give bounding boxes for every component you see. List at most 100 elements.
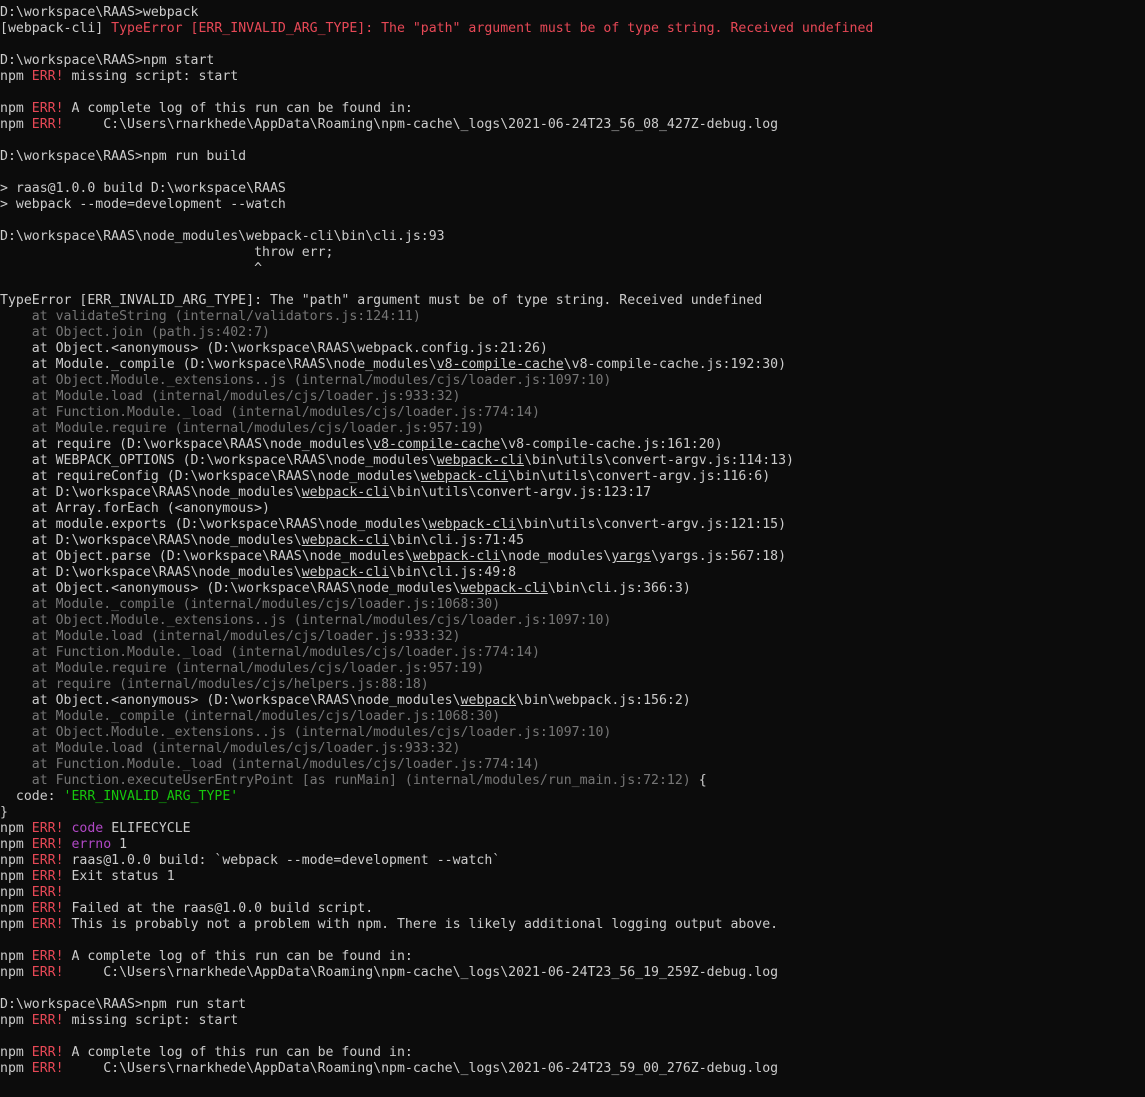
terminal-line: npm ERR! C:\Users\rnarkhede\AppData\Roam… [0, 1061, 1145, 1077]
terminal-dim-text: at Module._compile (internal/modules/cjs… [0, 709, 501, 724]
terminal-text: at module.exports (D:\workspace\RAAS\nod… [0, 517, 429, 532]
terminal-text: TypeError [ERR_INVALID_ARG_TYPE]: The "p… [0, 293, 763, 308]
terminal-text: \node_modules\ [500, 549, 612, 564]
terminal-dim-text: at Module._compile (internal/modules/cjs… [0, 597, 501, 612]
terminal-line: at Object.parse (D:\workspace\RAAS\node_… [0, 549, 1145, 565]
terminal-text: at D:\workspace\RAAS\node_modules\ [0, 533, 302, 548]
terminal-text: This is probably not a problem with npm.… [63, 917, 779, 932]
terminal-dim-text: at Object.join (path.js:402:7) [0, 325, 270, 340]
terminal-text: npm [0, 1013, 32, 1028]
terminal-error-text: ERR! [31, 885, 64, 900]
terminal-dim-text: at Module.require (internal/modules/cjs/… [0, 421, 485, 436]
terminal-text: C:\Users\rnarkhede\AppData\Roaming\npm-c… [63, 965, 779, 980]
terminal-line: npm ERR! errno 1 [0, 837, 1145, 853]
terminal-link-text: webpack-cli [420, 469, 509, 484]
terminal-text: npm [0, 965, 32, 980]
terminal-link-text: webpack-cli [412, 549, 501, 564]
terminal-string-text: 'ERR_INVALID_ARG_TYPE' [63, 789, 239, 804]
terminal-text: D:\workspace\RAAS>webpack [0, 5, 199, 20]
terminal-text: throw err; [0, 245, 334, 260]
terminal-error-text: ERR! [31, 117, 64, 132]
terminal-error-text: ERR! [31, 821, 64, 836]
terminal-line: at Object.<anonymous> (D:\workspace\RAAS… [0, 341, 1145, 357]
terminal-line: at Function.Module._load (internal/modul… [0, 757, 1145, 773]
terminal-line: npm ERR! Failed at the raas@1.0.0 build … [0, 901, 1145, 917]
terminal-text: npm [0, 837, 32, 852]
terminal-line: at Function.executeUserEntryPoint [as ru… [0, 773, 1145, 789]
terminal-dim-text: at Module.load (internal/modules/cjs/loa… [0, 389, 461, 404]
terminal-line: at D:\workspace\RAAS\node_modules\webpac… [0, 485, 1145, 501]
terminal-text: \bin\utils\convert-argv.js:116:6) [508, 469, 771, 484]
terminal-error-text: ERR! [31, 949, 64, 964]
terminal-error-text: ERR! [31, 101, 64, 116]
terminal-line: npm ERR! missing script: start [0, 1013, 1145, 1029]
terminal-error-text: ERR! [31, 917, 64, 932]
terminal-text: \v8-compile-cache.js:161:20) [500, 437, 723, 452]
terminal-line: at requireConfig (D:\workspace\RAAS\node… [0, 469, 1145, 485]
terminal-text: npm [0, 949, 32, 964]
terminal-line: at Object.<anonymous> (D:\workspace\RAAS… [0, 693, 1145, 709]
terminal-line: D:\workspace\RAAS>npm run start [0, 997, 1145, 1013]
terminal-line: D:\workspace\RAAS>npm start [0, 53, 1145, 69]
terminal-text: C:\Users\rnarkhede\AppData\Roaming\npm-c… [63, 1061, 779, 1076]
terminal-text: raas@1.0.0 build: `webpack --mode=develo… [63, 853, 501, 868]
terminal-line: [webpack-cli] TypeError [ERR_INVALID_ARG… [0, 21, 1145, 37]
terminal-text: D:\workspace\RAAS>npm start [0, 53, 215, 68]
terminal-text: \bin\cli.js:366:3) [547, 581, 691, 596]
terminal-line: at Module.load (internal/modules/cjs/loa… [0, 741, 1145, 757]
terminal-text: [webpack-cli] [0, 21, 112, 36]
terminal-dim-text: at Object.Module._extensions..js (intern… [0, 725, 612, 740]
terminal-line: } [0, 805, 1145, 821]
terminal-text: \yargs.js:567:18) [651, 549, 787, 564]
terminal-text: npm [0, 1061, 32, 1076]
terminal-error-text: ERR! [31, 837, 64, 852]
terminal-line: at Module._compile (internal/modules/cjs… [0, 709, 1145, 725]
terminal-text: Failed at the raas@1.0.0 build script. [63, 901, 374, 916]
terminal-line: at Function.Module._load (internal/modul… [0, 645, 1145, 661]
terminal-line: at Object.join (path.js:402:7) [0, 325, 1145, 341]
terminal-line: npm ERR! missing script: start [0, 69, 1145, 85]
terminal-dim-text: at require (internal/modules/cjs/helpers… [0, 677, 429, 692]
terminal-line: code: 'ERR_INVALID_ARG_TYPE' [0, 789, 1145, 805]
terminal-error-text: ERR! [31, 853, 64, 868]
terminal-text: C:\Users\rnarkhede\AppData\Roaming\npm-c… [63, 117, 779, 132]
terminal-text: code: [0, 789, 64, 804]
terminal-line: npm ERR! This is probably not a problem … [0, 917, 1145, 933]
terminal-text: D:\workspace\RAAS>npm run build [0, 149, 247, 164]
terminal-text: \v8-compile-cache.js:192:30) [563, 357, 787, 372]
terminal-error-text: ERR! [31, 965, 64, 980]
terminal-line: npm ERR! [0, 885, 1145, 901]
terminal-line: npm ERR! Exit status 1 [0, 869, 1145, 885]
terminal-text: npm [0, 1045, 32, 1060]
terminal-output[interactable]: D:\workspace\RAAS>webpack [webpack-cli] T… [0, 0, 1145, 1097]
terminal-line: at module.exports (D:\workspace\RAAS\nod… [0, 517, 1145, 533]
terminal-keyword-text: errno [71, 837, 112, 852]
terminal-text: at WEBPACK_OPTIONS (D:\workspace\RAAS\no… [0, 453, 437, 468]
terminal-link-text: webpack-cli [428, 517, 517, 532]
terminal-text: npm [0, 901, 32, 916]
terminal-text: A complete log of this run can be found … [63, 101, 413, 116]
terminal-error-text: ERR! [31, 901, 64, 916]
terminal-dim-text: at Module.require (internal/modules/cjs/… [0, 661, 485, 676]
terminal-dim-text: at Function.Module._load (internal/modul… [0, 645, 540, 660]
terminal-line: > raas@1.0.0 build D:\workspace\RAAS [0, 181, 1145, 197]
terminal-text: > webpack --mode=development --watch [0, 197, 286, 212]
terminal-line: at Module._compile (internal/modules/cjs… [0, 597, 1145, 613]
terminal-link-text: webpack-cli [301, 565, 390, 580]
terminal-dim-text: at Function.Module._load (internal/modul… [0, 757, 540, 772]
terminal-text: ELIFECYCLE [103, 821, 191, 836]
terminal-line: npm ERR! C:\Users\rnarkhede\AppData\Roam… [0, 965, 1145, 981]
terminal-text: ^ [0, 261, 263, 276]
terminal-text: npm [0, 117, 32, 132]
terminal-line: ^ [0, 261, 1145, 277]
terminal-line: npm ERR! A complete log of this run can … [0, 949, 1145, 965]
terminal-text: at require (D:\workspace\RAAS\node_modul… [0, 437, 374, 452]
terminal-error-text: ERR! [31, 1045, 64, 1060]
terminal-line: at Module.require (internal/modules/cjs/… [0, 421, 1145, 437]
terminal-text: missing script: start [63, 69, 239, 84]
